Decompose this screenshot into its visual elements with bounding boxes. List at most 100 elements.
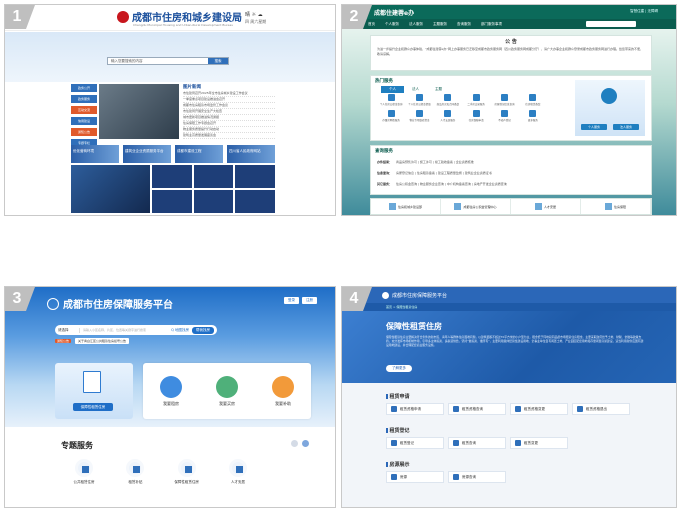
query-links[interactable]: 商品房预售许可 | 施工许可 | 竣工验收备案 | 企业资质核准 xyxy=(396,160,474,164)
link-label: 住房和城乡建设部 xyxy=(397,204,422,209)
external-link[interactable]: 住房保障 xyxy=(581,199,651,214)
service-label: 人才安居 xyxy=(230,480,245,484)
service-item[interactable]: 住房租赁备案 xyxy=(519,94,547,106)
service-icon xyxy=(529,94,537,101)
search-input[interactable]: 请输入小区名称、片区、位置等关键字进行搜索 xyxy=(80,328,171,332)
nav-item[interactable]: 法人服务 xyxy=(409,22,423,27)
search-input[interactable] xyxy=(586,21,636,27)
quick-nav-item[interactable]: 通知公告 xyxy=(71,128,97,136)
tab-legal[interactable]: 法人 xyxy=(404,86,427,93)
quick-nav-item[interactable]: 信用建设 xyxy=(71,117,97,125)
service-item[interactable]: 租赁资格申请 xyxy=(386,403,444,415)
service-item[interactable]: 商品房买卖合同备案 xyxy=(434,94,462,106)
personal-service-button[interactable]: 个人服务 xyxy=(581,124,607,130)
feature-tile[interactable] xyxy=(235,165,275,188)
feature-tile[interactable] xyxy=(235,190,275,213)
prev-dot[interactable] xyxy=(291,440,298,447)
quick-nav-item[interactable]: 互动交流 xyxy=(71,106,97,114)
search-input[interactable]: 输入您要搜索的内容 xyxy=(108,59,208,64)
service-item[interactable]: 不动产登记 xyxy=(490,110,518,122)
news-item[interactable]: 建筑业高质量发展座谈会 xyxy=(183,133,275,139)
service-item[interactable]: 租赁资格退出 xyxy=(572,403,630,415)
quick-nav-item[interactable]: 政务公开 xyxy=(71,84,97,92)
register-button[interactable]: 注册 xyxy=(302,297,317,304)
subsidy-action[interactable]: 我要补助 xyxy=(272,375,294,407)
nav-item[interactable]: 查询服务 xyxy=(457,22,471,27)
service-icon xyxy=(391,406,397,412)
service-item[interactable]: 更多服务 xyxy=(519,110,547,122)
service-item[interactable]: 租赁变更 xyxy=(510,437,568,449)
rental-housing-button[interactable]: 保障性租赁住房 xyxy=(73,403,113,411)
quick-nav-item[interactable]: 政务服务 xyxy=(71,95,97,103)
feature-tile[interactable] xyxy=(152,165,192,188)
external-link[interactable]: 成都住房公积金管理中心 xyxy=(441,199,511,214)
service-item[interactable]: 物业专项维修资金 xyxy=(405,110,433,122)
service-item[interactable]: 个人住房公积金提取 xyxy=(405,94,433,106)
service-grid: 个人住房公积金查询 个人住房公积金提取 商品房买卖合同备案 二手房交易服务 房屋… xyxy=(377,94,547,122)
buy-action[interactable]: 我要买房 xyxy=(216,375,238,407)
nav-item[interactable]: 个人服务 xyxy=(385,22,399,27)
service-item[interactable]: 租赁登记 xyxy=(386,437,444,449)
external-link[interactable]: 人才安居 xyxy=(511,199,581,214)
service-icon xyxy=(453,440,459,446)
map-search-button[interactable]: Q 地图找房 xyxy=(171,328,192,333)
top-links[interactable]: 智慧住建 | 无障碍 xyxy=(630,9,658,14)
nav-item[interactable]: 首页 xyxy=(368,22,375,27)
promo-banner[interactable]: 建筑业企业资质服务平台 xyxy=(123,145,171,163)
service-item[interactable]: 租赁资格变更 xyxy=(510,403,568,415)
feature-tile[interactable] xyxy=(193,165,234,188)
service-item[interactable]: 房源 xyxy=(386,471,444,483)
legal-service-button[interactable]: 法人服务 xyxy=(613,124,639,130)
news-photo[interactable] xyxy=(99,84,179,139)
service-item[interactable]: 房源查询 xyxy=(448,471,506,483)
building-icon xyxy=(228,459,247,477)
service-item[interactable]: 住房保障申请 xyxy=(462,110,490,122)
service-item[interactable]: 租赁查询 xyxy=(448,437,506,449)
site-subtitle: Chengdu Municipal Housing and Urban-Rura… xyxy=(133,23,234,27)
site-logo[interactable]: 成都市住房和城乡建设局 xyxy=(117,9,242,24)
search-bar[interactable]: 输入您要搜索的内容 搜索 xyxy=(107,57,229,65)
service-icon xyxy=(500,94,508,101)
help-find-button[interactable]: 帮我找房 xyxy=(192,326,214,334)
action-label: 我要补助 xyxy=(275,400,291,406)
site-logo[interactable]: 成都市住房保障服务平台 xyxy=(47,296,173,311)
next-dot[interactable] xyxy=(302,440,309,447)
breadcrumb[interactable]: 首页 > 保障性租赁住房 xyxy=(342,303,676,311)
service-item[interactable]: 租赁补贴 xyxy=(112,459,158,485)
service-item[interactable]: 房屋登记信息查询 xyxy=(490,94,518,106)
service-item[interactable]: 公共租赁住房 xyxy=(61,459,107,485)
tab-personal[interactable]: 个人 xyxy=(381,86,404,93)
service-item[interactable]: 二手房交易服务 xyxy=(462,94,490,106)
service-item[interactable]: 人才安居 xyxy=(215,459,261,485)
service-item[interactable]: 租赁资格查询 xyxy=(448,403,506,415)
rent-action[interactable]: 我要租房 xyxy=(160,375,182,407)
search-button[interactable]: 搜索 xyxy=(208,58,228,64)
promo-banner[interactable]: 四川省人民政府网站 xyxy=(227,145,275,163)
service-item[interactable]: 存量房网签服务 xyxy=(377,110,405,122)
notice-link[interactable]: 关于青白江区公共租赁住房摇号公告 xyxy=(75,338,130,344)
query-links[interactable]: 住房公积金查询 | 物业服务企业查询 | 中介机构备案查询 | 房地产开发企业资… xyxy=(396,182,507,186)
service-icon xyxy=(387,94,395,101)
learn-more-button[interactable]: 了解更多 xyxy=(386,365,412,372)
service-item[interactable]: 保障性租赁住房 xyxy=(164,459,210,485)
house-icon xyxy=(177,459,196,477)
search-type-select[interactable]: 请选择 xyxy=(58,327,80,333)
service-item[interactable]: 个人住房公积金查询 xyxy=(377,94,405,106)
login-button[interactable]: 登录 xyxy=(284,297,299,304)
service-icon xyxy=(529,110,537,117)
rental-housing-card[interactable]: 保障性租赁住房 xyxy=(55,363,133,419)
external-link[interactable]: 住房和城乡建设部 xyxy=(371,199,441,214)
promo-banner[interactable]: 成都市建设工程 xyxy=(175,145,223,163)
brand-title[interactable]: 成都住建蓉e办 xyxy=(374,8,414,17)
feature-tiles xyxy=(71,165,275,213)
feature-tile[interactable] xyxy=(193,190,234,213)
feature-tile[interactable] xyxy=(71,165,151,213)
query-links[interactable]: 房屋登记信息 | 住房租赁备案 | 建设工程质量监督 | 建筑业企业资质证书 xyxy=(396,171,492,175)
promo-banner[interactable]: 优化营商环境 xyxy=(71,145,119,163)
site-title[interactable]: 成都市住房保障服务平台 xyxy=(392,292,447,299)
feature-tile[interactable] xyxy=(152,190,192,213)
tab-topic[interactable]: 主题 xyxy=(427,86,450,93)
nav-item[interactable]: 部门服务事项 xyxy=(481,22,502,27)
nav-item[interactable]: 主题服务 xyxy=(433,22,447,27)
service-item[interactable]: 人才安居服务 xyxy=(434,110,462,122)
